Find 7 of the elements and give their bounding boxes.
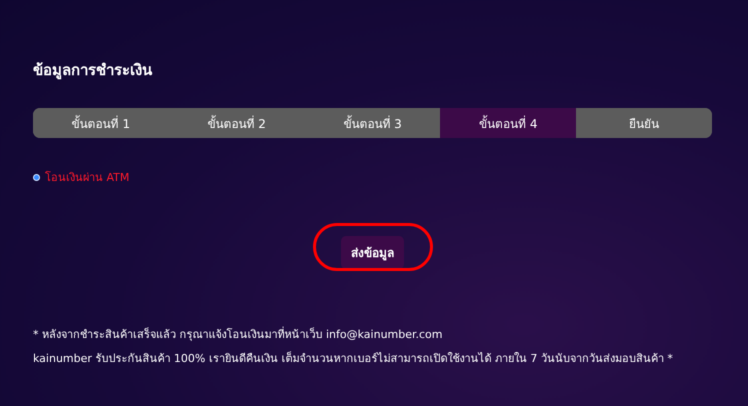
submit-button[interactable]: ส่งข้อมูล bbox=[341, 236, 404, 269]
note-text: * หลังจากชำระสินค้าเสร็จแล้ว กรุณาแจ้งโอนเงินมาที่หน้าเว็บ info@kainumber.com bbox=[33, 326, 444, 343]
page-title: ข้อมูลการชำระเงิน bbox=[33, 60, 154, 82]
payment-option-label[interactable]: โอนเงินผ่าน ATM bbox=[45, 168, 130, 186]
step-tab[interactable]: ขั้นตอนที่ 4 bbox=[440, 108, 576, 138]
note-text: kainumber รับประกันสินค้า 100% เรายินดีคืนเงิน เต็มจำนวนหากเบอร์ไม่สามารถเปิดใช้งานได้ ภายใน 7 วันนับจากวันส่งมอบสินค้า * bbox=[33, 350, 674, 367]
radio-button[interactable] bbox=[33, 174, 40, 180]
